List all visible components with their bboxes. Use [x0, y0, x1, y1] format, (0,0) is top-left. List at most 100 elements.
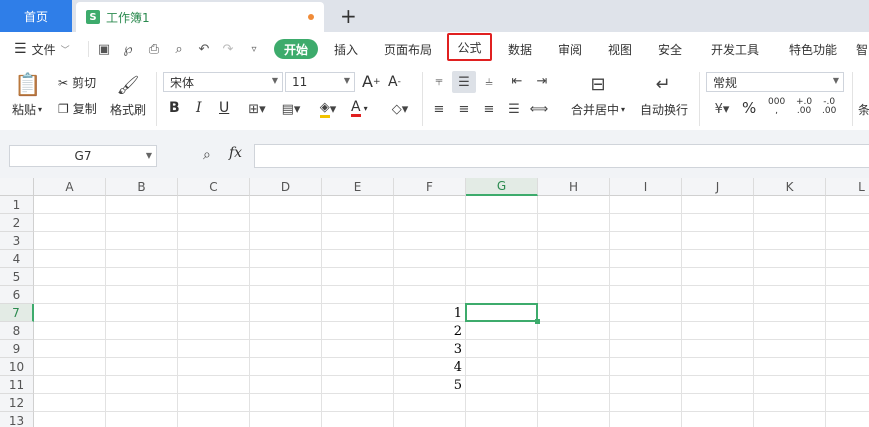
- tab-developer[interactable]: 开发工具: [706, 32, 764, 66]
- cell-f10[interactable]: 4: [394, 359, 462, 376]
- align-center-icon[interactable]: ≡: [454, 99, 474, 119]
- row-header-5[interactable]: 5: [0, 268, 34, 286]
- format-painter-button[interactable]: 格式刷: [110, 101, 146, 118]
- column-header-f[interactable]: F: [394, 178, 466, 196]
- column-header-h[interactable]: H: [538, 178, 610, 196]
- grow-font-button[interactable]: A +: [362, 72, 381, 91]
- tab-insert[interactable]: 插入: [328, 32, 364, 66]
- customize-icon[interactable]: ▿: [246, 41, 262, 57]
- redo-icon[interactable]: ↷: [220, 41, 236, 57]
- active-cell-selection[interactable]: [465, 303, 538, 322]
- export-icon[interactable]: ℘: [120, 41, 136, 57]
- print-icon[interactable]: ⎙: [146, 41, 162, 57]
- cell-f11[interactable]: 5: [394, 377, 462, 394]
- print-preview-icon[interactable]: ⌕: [171, 41, 187, 57]
- tab-view[interactable]: 视图: [602, 32, 638, 66]
- column-header-j[interactable]: J: [682, 178, 754, 196]
- row-header-9[interactable]: 9: [0, 340, 34, 358]
- tab-data[interactable]: 数据: [502, 32, 538, 66]
- tab-smart[interactable]: 智: [856, 32, 869, 66]
- clear-format-icon[interactable]: ◇▾: [386, 100, 414, 118]
- italic-button[interactable]: I: [196, 100, 202, 116]
- column-header-i[interactable]: I: [610, 178, 682, 196]
- row-header-8[interactable]: 8: [0, 322, 34, 340]
- cut-button[interactable]: ✂ 剪切: [58, 74, 96, 91]
- column-header-d[interactable]: D: [250, 178, 322, 196]
- save-icon[interactable]: ▣: [96, 41, 112, 57]
- tab-security[interactable]: 安全: [652, 32, 688, 66]
- column-header-l[interactable]: L: [826, 178, 869, 196]
- row-header-11[interactable]: 11: [0, 376, 34, 394]
- wrap-text-button[interactable]: 自动换行: [640, 101, 688, 118]
- zoom-lookup-icon[interactable]: ⌕: [203, 147, 211, 163]
- thousands-button[interactable]: 000 ,: [768, 98, 785, 116]
- row-header-1[interactable]: 1: [0, 196, 34, 214]
- column-header-e[interactable]: E: [322, 178, 394, 196]
- tab-page-layout[interactable]: 页面布局: [378, 32, 438, 66]
- tab-review[interactable]: 审阅: [552, 32, 588, 66]
- file-menu[interactable]: ☰ 文件 ﹀: [14, 32, 70, 66]
- undo-icon[interactable]: ↶: [196, 41, 212, 57]
- column-header-c[interactable]: C: [178, 178, 250, 196]
- chevron-down-icon: ▾: [363, 104, 368, 113]
- tab-features[interactable]: 特色功能: [784, 32, 842, 66]
- merge-cells-icon[interactable]: ⊟: [585, 72, 611, 96]
- fill-handle[interactable]: [535, 319, 540, 324]
- cell-style-icon[interactable]: ▤▾: [277, 100, 305, 118]
- column-header-b[interactable]: B: [106, 178, 178, 196]
- percent-button[interactable]: %: [742, 99, 756, 117]
- merge-center-button[interactable]: 合并居中 ▾: [571, 101, 625, 118]
- column-header-k[interactable]: K: [754, 178, 826, 196]
- row-header-6[interactable]: 6: [0, 286, 34, 304]
- currency-icon[interactable]: ¥▾: [708, 99, 736, 119]
- column-header-g[interactable]: G: [466, 178, 538, 196]
- align-middle-icon[interactable]: ☰: [452, 71, 476, 93]
- bold-button[interactable]: B: [169, 100, 180, 116]
- copy-button[interactable]: ❐ 复制: [58, 100, 97, 117]
- wrap-text-icon[interactable]: ↵: [650, 72, 676, 96]
- align-left-icon[interactable]: ≡: [429, 99, 449, 119]
- document-tab[interactable]: S 工作簿1: [76, 2, 324, 32]
- font-name-select[interactable]: 宋体 ▼: [163, 72, 283, 92]
- row-header-12[interactable]: 12: [0, 394, 34, 412]
- font-size-select[interactable]: 11 ▼: [285, 72, 355, 92]
- decrease-decimal-button[interactable]: -.0 .00: [822, 98, 836, 116]
- select-all-corner[interactable]: [0, 178, 34, 196]
- conditional-format-button[interactable]: 条: [858, 101, 869, 118]
- paste-button[interactable]: 粘贴 ▾: [12, 101, 42, 118]
- row-header-10[interactable]: 10: [0, 358, 34, 376]
- distribute-icon[interactable]: ⟺: [529, 99, 549, 119]
- tab-start[interactable]: 开始: [274, 39, 318, 59]
- paste-icon[interactable]: 📋: [14, 72, 42, 98]
- row-header-4[interactable]: 4: [0, 250, 34, 268]
- cell-f7[interactable]: 1: [394, 305, 462, 322]
- row-header-3[interactable]: 3: [0, 232, 34, 250]
- row-header-7[interactable]: 7: [0, 304, 34, 322]
- row-header-2[interactable]: 2: [0, 214, 34, 232]
- format-painter-icon[interactable]: 🖌: [116, 74, 140, 96]
- cell-f9[interactable]: 3: [394, 341, 462, 358]
- insert-function-button[interactable]: fx: [229, 145, 242, 161]
- tab-formula[interactable]: 公式: [447, 33, 492, 61]
- shrink-font-button[interactable]: A-: [388, 74, 401, 90]
- name-box[interactable]: G7 ▼: [9, 145, 157, 167]
- align-top-icon[interactable]: ⫧: [429, 71, 449, 91]
- align-bottom-icon[interactable]: ⫨: [479, 71, 499, 91]
- number-format-select[interactable]: 常规 ▼: [706, 72, 844, 92]
- font-color-button[interactable]: A ▾: [351, 100, 368, 117]
- row-header-13[interactable]: 13: [0, 412, 34, 427]
- formula-input[interactable]: [254, 144, 869, 168]
- new-tab-button[interactable]: +: [340, 4, 357, 28]
- increase-decimal-button[interactable]: +.0 .00: [796, 98, 812, 116]
- underline-button[interactable]: U: [219, 100, 229, 116]
- spreadsheet-grid[interactable]: A B C D E F G H I J K L 1 2 3 4 5 6 7 8 9 10 11 12 13 1 2 3 4 5: [0, 178, 869, 427]
- align-right-icon[interactable]: ≡: [479, 99, 499, 119]
- cell-f8[interactable]: 2: [394, 323, 462, 340]
- column-header-a[interactable]: A: [34, 178, 106, 196]
- borders-icon[interactable]: ⊞▾: [244, 100, 270, 118]
- decrease-indent-icon[interactable]: ⇤: [507, 71, 527, 91]
- home-tab[interactable]: 首页: [0, 0, 72, 32]
- increase-indent-icon[interactable]: ⇥: [532, 71, 552, 91]
- justify-icon[interactable]: ☰: [504, 99, 524, 119]
- fill-color-icon[interactable]: ◈ ▾: [313, 100, 343, 118]
